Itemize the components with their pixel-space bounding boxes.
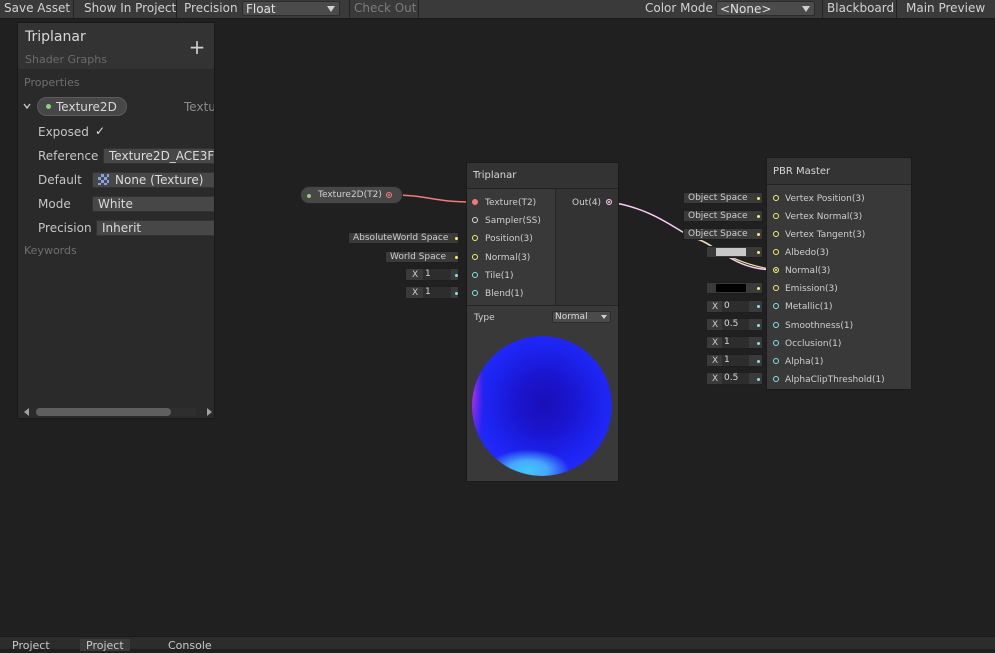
out-port[interactable] — [606, 199, 612, 205]
input-vertex-position: Vertex Position(3) — [785, 194, 865, 204]
smoothness-port[interactable] — [773, 322, 779, 328]
occlusion-input[interactable]: X 1 — [706, 336, 763, 349]
connector-dot — [757, 197, 760, 200]
vertex-normal-space-input[interactable]: Object Space — [683, 210, 763, 222]
metallic-port[interactable] — [773, 303, 779, 309]
smoothness-input[interactable]: X 0.5 — [706, 318, 763, 331]
vertex-tangent-port[interactable] — [773, 231, 779, 237]
smoothness-value[interactable]: 0.5 — [722, 319, 749, 330]
alpha-clip-value[interactable]: 0.5 — [722, 373, 749, 384]
x-label: X — [412, 288, 419, 298]
x-label: X — [712, 302, 719, 312]
blend-input-port[interactable] — [472, 290, 478, 296]
input-occlusion: Occlusion(1) — [785, 339, 842, 349]
type-value: Normal — [555, 312, 588, 322]
node-divider — [467, 305, 618, 306]
emission-color-input[interactable] — [706, 282, 763, 294]
x-label: X — [712, 356, 719, 366]
output-out: Out(4) — [572, 198, 602, 208]
normal-input-port[interactable] — [472, 254, 478, 260]
exposed-dot-icon — [307, 194, 311, 198]
connector-dot — [455, 256, 458, 259]
blend-input[interactable]: X 1 — [405, 286, 459, 299]
input-blend: Blend(1) — [485, 289, 524, 299]
bottom-tab-bar: Project Project Console — [0, 636, 995, 652]
tile-input-port[interactable] — [472, 272, 478, 278]
input-metallic: Metallic(1) — [785, 302, 833, 312]
connector-dot — [455, 237, 458, 240]
connector-dot — [757, 251, 760, 254]
input-tile: Tile(1) — [485, 271, 514, 281]
type-label: Type — [474, 313, 495, 323]
metallic-input[interactable]: X 0 — [706, 300, 763, 313]
connector-dot — [757, 324, 760, 327]
position-input-port[interactable] — [472, 235, 478, 241]
connector-dot — [757, 360, 760, 363]
connector-dot — [455, 292, 458, 295]
normal-port[interactable] — [773, 267, 779, 273]
vertex-position-port[interactable] — [773, 195, 779, 201]
alpha-value[interactable]: 1 — [722, 355, 749, 366]
alpha-clip-input[interactable]: X 0.5 — [706, 372, 763, 385]
input-albedo: Albedo(3) — [785, 248, 829, 258]
connector-dot — [757, 378, 760, 381]
connector-dot — [757, 233, 760, 236]
input-normal: Normal(3) — [785, 266, 831, 276]
input-texture: Texture(T2) — [485, 198, 537, 208]
property-node-label: Texture2D(T2) — [318, 190, 382, 200]
input-smoothness: Smoothness(1) — [785, 321, 854, 331]
input-vertex-normal: Vertex Normal(3) — [785, 212, 863, 222]
connector-dot — [757, 305, 760, 308]
node-title: Triplanar — [467, 163, 618, 189]
sampler-input-port[interactable] — [472, 217, 478, 223]
position-space-input[interactable]: AbsoluteWorld Space — [348, 232, 459, 244]
input-sampler: Sampler(SS) — [485, 216, 541, 226]
texture-output-port[interactable] — [386, 192, 392, 198]
alpha-clip-port[interactable] — [773, 376, 779, 382]
type-dropdown[interactable]: Normal — [552, 311, 611, 323]
vertex-normal-port[interactable] — [773, 213, 779, 219]
tile-input[interactable]: X 1 — [405, 268, 459, 281]
albedo-color-swatch[interactable] — [716, 248, 746, 256]
x-label: X — [712, 338, 719, 348]
chevron-down-icon — [601, 315, 607, 319]
connector-dot — [757, 287, 760, 290]
occlusion-port[interactable] — [773, 340, 779, 346]
x-label: X — [712, 320, 719, 330]
tab-project[interactable]: Project — [6, 639, 56, 652]
metallic-value[interactable]: 0 — [722, 301, 749, 312]
texture2d-property-node[interactable]: Texture2D(T2) — [300, 186, 403, 204]
connector-dot — [757, 215, 760, 218]
connector-dot — [455, 274, 458, 277]
tab-console[interactable]: Console — [162, 639, 218, 652]
input-emission: Emission(3) — [785, 284, 838, 294]
emission-color-swatch[interactable] — [716, 284, 746, 292]
albedo-port[interactable] — [773, 249, 779, 255]
edge-texture — [391, 194, 476, 203]
alpha-port[interactable] — [773, 358, 779, 364]
normal-space-input[interactable]: World Space — [385, 251, 459, 263]
blend-value[interactable]: 1 — [423, 287, 451, 298]
albedo-color-input[interactable] — [706, 246, 763, 258]
occlusion-value[interactable]: 1 — [722, 337, 749, 348]
input-alpha-clip-threshold: AlphaClipThreshold(1) — [785, 375, 885, 385]
vertex-position-space-input[interactable]: Object Space — [683, 192, 763, 204]
tab-project-active[interactable]: Project — [80, 639, 130, 652]
input-normal: Normal(3) — [485, 253, 531, 263]
vertex-tangent-space-input[interactable]: Object Space — [683, 228, 763, 240]
node-title: PBR Master — [767, 158, 911, 185]
emission-port[interactable] — [773, 285, 779, 291]
input-position: Position(3) — [485, 234, 533, 244]
tile-value[interactable]: 1 — [423, 269, 451, 280]
connector-dot — [757, 342, 760, 345]
alpha-input[interactable]: X 1 — [706, 354, 763, 367]
input-alpha: Alpha(1) — [785, 357, 824, 367]
x-label: X — [712, 374, 719, 384]
x-label: X — [412, 270, 419, 280]
texture-input-port[interactable] — [472, 199, 478, 205]
input-vertex-tangent: Vertex Tangent(3) — [785, 230, 866, 240]
node-preview — [472, 336, 612, 476]
